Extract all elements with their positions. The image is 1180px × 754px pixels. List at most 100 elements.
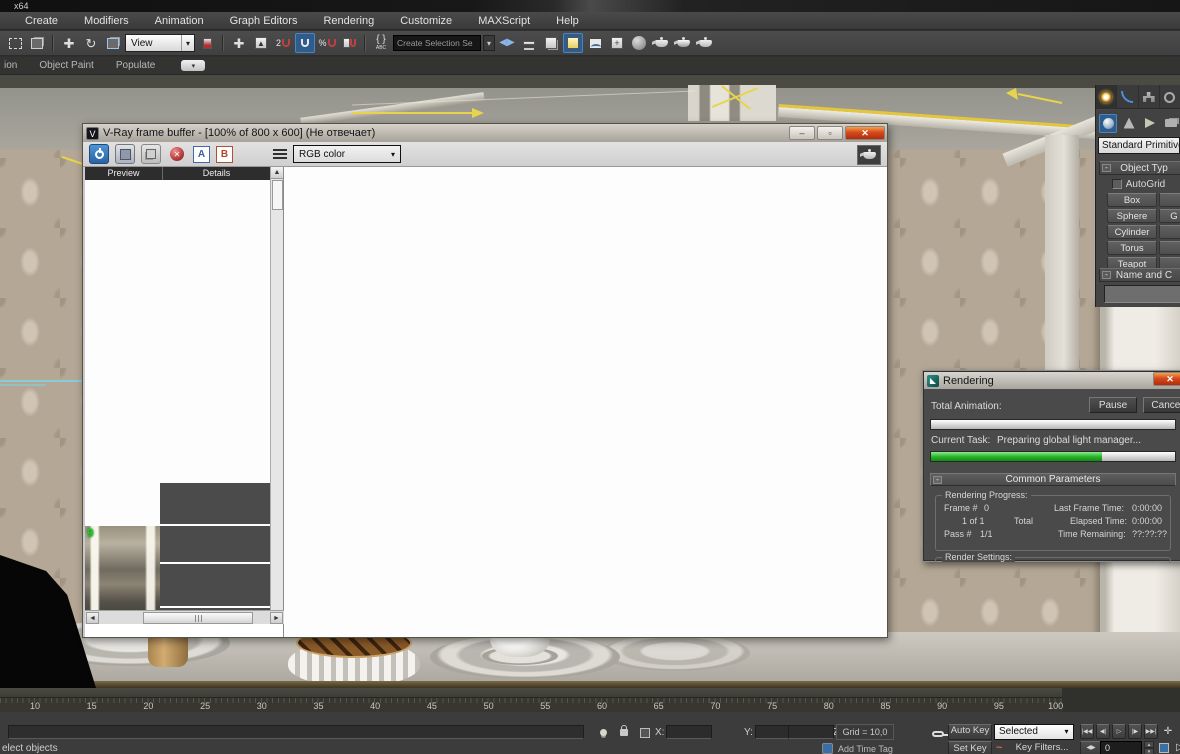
new-key-mode-icon[interactable]: ~	[996, 742, 1002, 754]
mirror-icon[interactable]: ◀▶	[497, 33, 517, 53]
vfb-horizontal-scrollbar[interactable]: ◄ ►	[85, 610, 284, 624]
common-parameters-rollout[interactable]: - Common Parameters	[930, 473, 1176, 486]
vfb-history-list[interactable]: 9	[85, 180, 271, 623]
menu-item-modifiers[interactable]: Modifiers	[71, 12, 142, 30]
minimize-button[interactable]: –	[789, 126, 815, 140]
angle-snap-icon[interactable]	[295, 33, 315, 53]
create-button-right-2[interactable]	[1159, 225, 1180, 239]
menu-item-animation[interactable]: Animation	[142, 12, 217, 30]
vfb-vertical-scrollbar[interactable]: ▲	[270, 167, 283, 610]
category-cameras-icon[interactable]	[1162, 114, 1180, 133]
menu-item-customize[interactable]: Customize	[387, 12, 465, 30]
snap-toggle-icon[interactable]: 2	[273, 33, 293, 53]
cancel-button[interactable]: Cancel	[1143, 397, 1180, 413]
category-shapes-icon[interactable]	[1120, 114, 1138, 133]
collapse-icon[interactable]: -	[933, 476, 942, 484]
align-icon[interactable]	[519, 33, 539, 53]
curve-editor-icon[interactable]	[585, 33, 605, 53]
absolute-mode-icon[interactable]	[637, 725, 653, 740]
scroll-left-icon[interactable]: ◄	[86, 612, 99, 624]
maxscript-mini-listener[interactable]	[8, 725, 584, 739]
play-button[interactable]: ▷	[1112, 724, 1126, 739]
keyboard-override-icon[interactable]: ▲	[251, 33, 271, 53]
create-button-right-3[interactable]	[1159, 241, 1180, 255]
vfb-channel-dropdown[interactable]: RGB color ▾	[293, 145, 401, 163]
timeline-ruler[interactable]: 10 15 20 25 30 35 40 45 50 55 60 65 70 75 80 85 90 95 100	[0, 698, 1063, 712]
ribbon-tab-ion[interactable]: ion	[0, 60, 35, 71]
menu-item-graph-editors[interactable]: Graph Editors	[217, 12, 311, 30]
ribbon-tab-object-paint[interactable]: Object Paint	[35, 60, 111, 71]
reference-coordinate-dropdown[interactable]: View ▾	[125, 34, 195, 52]
menu-item-help[interactable]: Help	[543, 12, 592, 30]
scroll-right-icon[interactable]: ►	[270, 612, 283, 624]
vfb-tab-details[interactable]: Details	[163, 167, 271, 180]
history-row[interactable]	[160, 526, 270, 562]
z-coordinate-field[interactable]	[788, 725, 834, 739]
next-key-button[interactable]: |▶	[1128, 724, 1142, 739]
vfb-render-toggle-icon[interactable]	[89, 144, 109, 164]
history-row[interactable]	[160, 483, 270, 524]
current-frame-field[interactable]: 0	[1100, 741, 1142, 754]
render-production-icon[interactable]	[673, 33, 693, 53]
select-object-icon[interactable]	[27, 33, 47, 53]
ribbon-tab-populate[interactable]: Populate	[112, 60, 173, 71]
rendering-dialog-titlebar[interactable]: ◣ Rendering	[924, 372, 1180, 389]
spinner-up-icon[interactable]: ▴	[1144, 741, 1154, 748]
schematic-view-icon[interactable]: +	[607, 33, 627, 53]
object-name-field[interactable]	[1104, 285, 1180, 303]
selection-set-dropdown-arrow[interactable]: ▾	[483, 35, 495, 51]
graph-editor-icon[interactable]	[563, 33, 583, 53]
track-bar[interactable]	[0, 688, 1062, 698]
select-region-icon[interactable]	[5, 33, 25, 53]
render-iterative-icon[interactable]	[695, 33, 715, 53]
create-button-box[interactable]: Box	[1107, 193, 1157, 207]
primitives-dropdown[interactable]: Standard Primitives	[1098, 137, 1180, 154]
object-type-rollout[interactable]: - Object Typ	[1099, 161, 1180, 175]
named-selection-set-field[interactable]: Create Selection Se	[393, 35, 481, 51]
menu-item-rendering[interactable]: Rendering	[310, 12, 387, 30]
ribbon-minimize-icon[interactable]: ▾	[181, 60, 206, 71]
history-row[interactable]	[160, 564, 270, 606]
create-button-sphere[interactable]: Sphere	[1107, 209, 1157, 223]
scale-icon[interactable]	[103, 33, 123, 53]
time-config-icon[interactable]	[1156, 740, 1172, 754]
vfb-menu-icon[interactable]	[273, 149, 287, 159]
create-button-right-0[interactable]	[1159, 193, 1180, 207]
vfb-tab-preview[interactable]: Preview	[85, 167, 163, 180]
transform-gizmo-icon[interactable]: ✛	[1160, 724, 1176, 739]
vfb-save-image-icon[interactable]	[115, 144, 135, 164]
isolate-selection-icon[interactable]	[595, 725, 611, 740]
go-end-button[interactable]: ▶▶|	[1144, 724, 1158, 739]
history-thumbnail[interactable]: 9	[85, 526, 160, 623]
tab-create-icon[interactable]	[1096, 85, 1118, 109]
layer-manager-icon[interactable]	[541, 33, 561, 53]
auto-key-button[interactable]: Auto Key	[948, 724, 992, 740]
tab-hierarchy-icon[interactable]	[1139, 85, 1160, 109]
tab-modify-icon[interactable]	[1117, 85, 1139, 109]
frame-spinner[interactable]: ▴ ▾	[1144, 741, 1154, 754]
tab-motion-icon[interactable]	[1160, 85, 1180, 109]
key-mode-toggle[interactable]: ◀▶	[1080, 741, 1102, 754]
spinner-snap-icon[interactable]	[339, 33, 359, 53]
scroll-up-icon[interactable]: ▲	[271, 167, 283, 179]
create-button-cylinder[interactable]: Cylinder	[1107, 225, 1157, 239]
create-button-torus[interactable]: Torus	[1107, 241, 1157, 255]
percent-snap-icon[interactable]: %	[317, 33, 337, 53]
collapse-icon[interactable]: -	[1102, 271, 1111, 279]
vfb-render-canvas[interactable]	[284, 167, 887, 637]
pause-button[interactable]: Pause	[1089, 397, 1137, 413]
vfb-titlebar[interactable]: V V-Ray frame buffer - [100% of 800 x 60…	[83, 124, 887, 142]
category-lights-icon[interactable]	[1141, 114, 1159, 133]
vfb-stop-render-icon[interactable]: ✕	[167, 144, 187, 164]
time-mode-dropdown[interactable]: Selected ▾	[994, 724, 1074, 740]
category-geometry-icon[interactable]	[1099, 113, 1117, 133]
name-color-rollout[interactable]: - Name and C	[1099, 268, 1180, 282]
rendered-frame-window-icon[interactable]	[651, 33, 671, 53]
vfb-compare-b-icon[interactable]: B	[216, 145, 233, 163]
go-start-button[interactable]: |◀◀	[1080, 724, 1094, 739]
create-button-right-g[interactable]: G	[1159, 209, 1180, 223]
selection-lock-icon[interactable]	[616, 725, 632, 740]
x-coordinate-field[interactable]	[666, 725, 712, 739]
vfb-teapot-icon[interactable]	[857, 145, 881, 165]
scrollbar-thumb[interactable]	[143, 612, 253, 624]
